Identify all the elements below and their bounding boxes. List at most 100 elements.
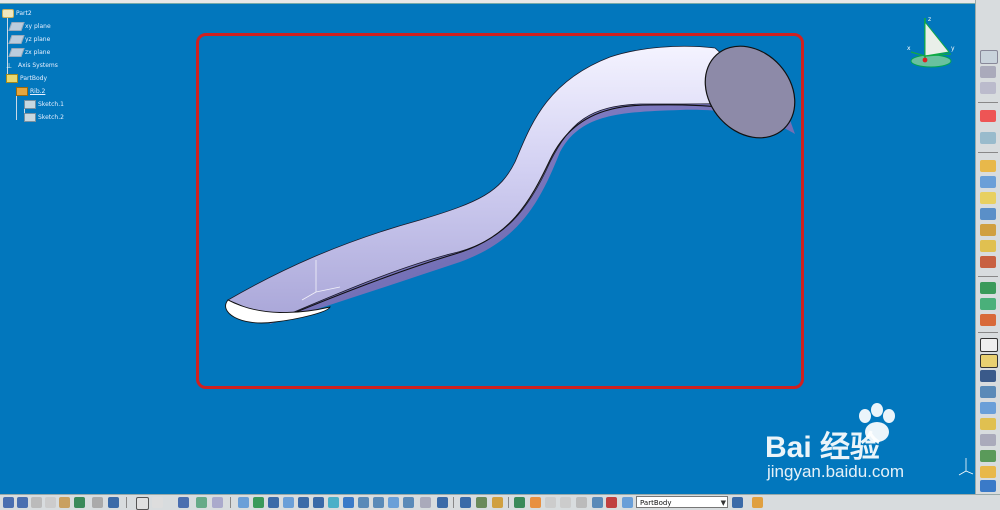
slot-icon[interactable] (980, 256, 996, 268)
tree-node-zx-plane[interactable]: zx plane (8, 47, 51, 57)
update-icon[interactable] (460, 497, 471, 508)
chevron-down-icon: ▼ (720, 499, 726, 507)
table-icon[interactable] (178, 497, 189, 508)
grip-icon[interactable] (980, 82, 996, 94)
redo-icon[interactable] (92, 497, 103, 508)
right-toolbar (975, 0, 1000, 494)
toolbar-handle-icon[interactable] (980, 50, 998, 64)
tree-node-label: yz plane (25, 35, 51, 43)
view-icon[interactable] (980, 480, 996, 492)
scan-icon[interactable] (492, 497, 503, 508)
stop-icon[interactable] (606, 497, 617, 508)
body-icon[interactable] (622, 497, 633, 508)
annotation-icon[interactable] (980, 450, 996, 462)
tree-node-yz-plane[interactable]: yz plane (8, 34, 51, 44)
constraint-icon[interactable] (980, 434, 996, 446)
paste-icon[interactable] (59, 497, 70, 508)
rotate-icon[interactable] (283, 497, 294, 508)
toolbar-separator (978, 152, 998, 153)
active-body-value: PartBody (640, 499, 672, 507)
copy-icon[interactable] (45, 497, 56, 508)
tree-node-label: Sketch.2 (38, 113, 64, 121)
multi-view-icon[interactable] (403, 497, 414, 508)
toolbar-separator (508, 497, 509, 508)
fit-all-icon[interactable] (253, 497, 264, 508)
save-icon[interactable] (3, 497, 14, 508)
list-icon[interactable] (592, 497, 603, 508)
thickness-icon[interactable] (980, 386, 996, 398)
watermark-url: jingyan.baidu.com (767, 462, 905, 481)
tree-node-label: xy plane (25, 22, 51, 30)
rib-solid-model[interactable] (220, 42, 810, 342)
tree-node-label: Axis Systems (18, 61, 58, 69)
groove-icon[interactable] (980, 208, 996, 220)
tolerance-icon[interactable] (545, 497, 556, 508)
split-icon[interactable] (980, 370, 996, 382)
tree-node-sketch-2[interactable]: Sketch.2 (24, 112, 64, 122)
sketch-icon (24, 112, 36, 122)
rib-icon[interactable] (980, 240, 996, 252)
material-icon[interactable] (980, 466, 996, 478)
save-all-icon[interactable] (17, 497, 28, 508)
spiral-icon[interactable] (514, 497, 525, 508)
cut-icon[interactable] (31, 497, 42, 508)
mini-axis-icon (958, 458, 974, 476)
draft-icon[interactable] (980, 314, 996, 326)
render-icon[interactable] (420, 497, 431, 508)
pad-icon[interactable] (980, 160, 996, 172)
zoom-out-icon[interactable] (313, 497, 324, 508)
iso-view-icon[interactable] (343, 497, 354, 508)
tree-node-root[interactable]: Part2 (2, 8, 32, 18)
select-arrow-icon[interactable] (980, 110, 996, 122)
gear-icon[interactable] (576, 497, 587, 508)
shading-icon[interactable] (358, 497, 369, 508)
chamfer-icon[interactable] (980, 298, 996, 310)
tree-node-label: Part2 (16, 9, 32, 17)
shaft-icon[interactable] (980, 192, 996, 204)
tree-node-label: zx plane (25, 48, 51, 56)
formula-icon[interactable] (136, 497, 149, 510)
pan-icon[interactable] (268, 497, 279, 508)
grip-icon[interactable] (980, 66, 996, 78)
compass-widget[interactable]: z y x (905, 12, 957, 70)
toolbar-separator (978, 332, 998, 333)
measure-icon[interactable] (980, 418, 996, 430)
watermark-brand: Bai 经验 (765, 431, 881, 464)
compass-z-label: z (928, 16, 931, 23)
tree-node-sketch-1[interactable]: Sketch.1 (24, 99, 64, 109)
part-icon (2, 8, 14, 18)
undo-icon[interactable] (74, 497, 85, 508)
knowledge-icon[interactable] (212, 497, 223, 508)
tree-node-axis-systems[interactable]: ⊥ Axis Systems (6, 60, 58, 70)
fly-mode-icon[interactable] (238, 497, 249, 508)
transform-icon[interactable] (980, 338, 998, 352)
toolbar-separator (978, 276, 998, 277)
tree-node-rib[interactable]: Rib.2 (16, 86, 45, 96)
comment-icon[interactable] (152, 497, 163, 508)
dimension-icon[interactable] (560, 497, 571, 508)
tools-icon[interactable] (752, 497, 763, 508)
zoom-in-icon[interactable] (298, 497, 309, 508)
active-body-select[interactable]: PartBody ▼ (636, 496, 728, 508)
tree-node-xy-plane[interactable]: xy plane (8, 21, 51, 31)
normal-view-icon[interactable] (328, 497, 339, 508)
sketch-tool-icon[interactable] (980, 132, 996, 144)
hide-show-icon[interactable] (373, 497, 384, 508)
arrange-icon[interactable] (732, 497, 743, 508)
analysis-icon[interactable] (476, 497, 487, 508)
bottom-toolbar: PartBody ▼ (0, 494, 1000, 510)
material-library-icon[interactable] (437, 497, 448, 508)
tree-node-partbody[interactable]: PartBody (6, 73, 47, 83)
catalog-icon[interactable] (196, 497, 207, 508)
surface-icon[interactable] (980, 402, 996, 414)
fillet-icon[interactable] (980, 282, 996, 294)
sketch-icon (24, 99, 36, 109)
tree-node-label: Sketch.1 (38, 100, 64, 108)
sun-light-icon[interactable] (530, 497, 541, 508)
pocket-icon[interactable] (980, 176, 996, 188)
swap-space-icon[interactable] (388, 497, 399, 508)
hole-icon[interactable] (980, 224, 996, 236)
help-icon[interactable] (108, 497, 119, 508)
top-title-strip (0, 0, 975, 4)
boolean-icon[interactable] (980, 354, 998, 368)
